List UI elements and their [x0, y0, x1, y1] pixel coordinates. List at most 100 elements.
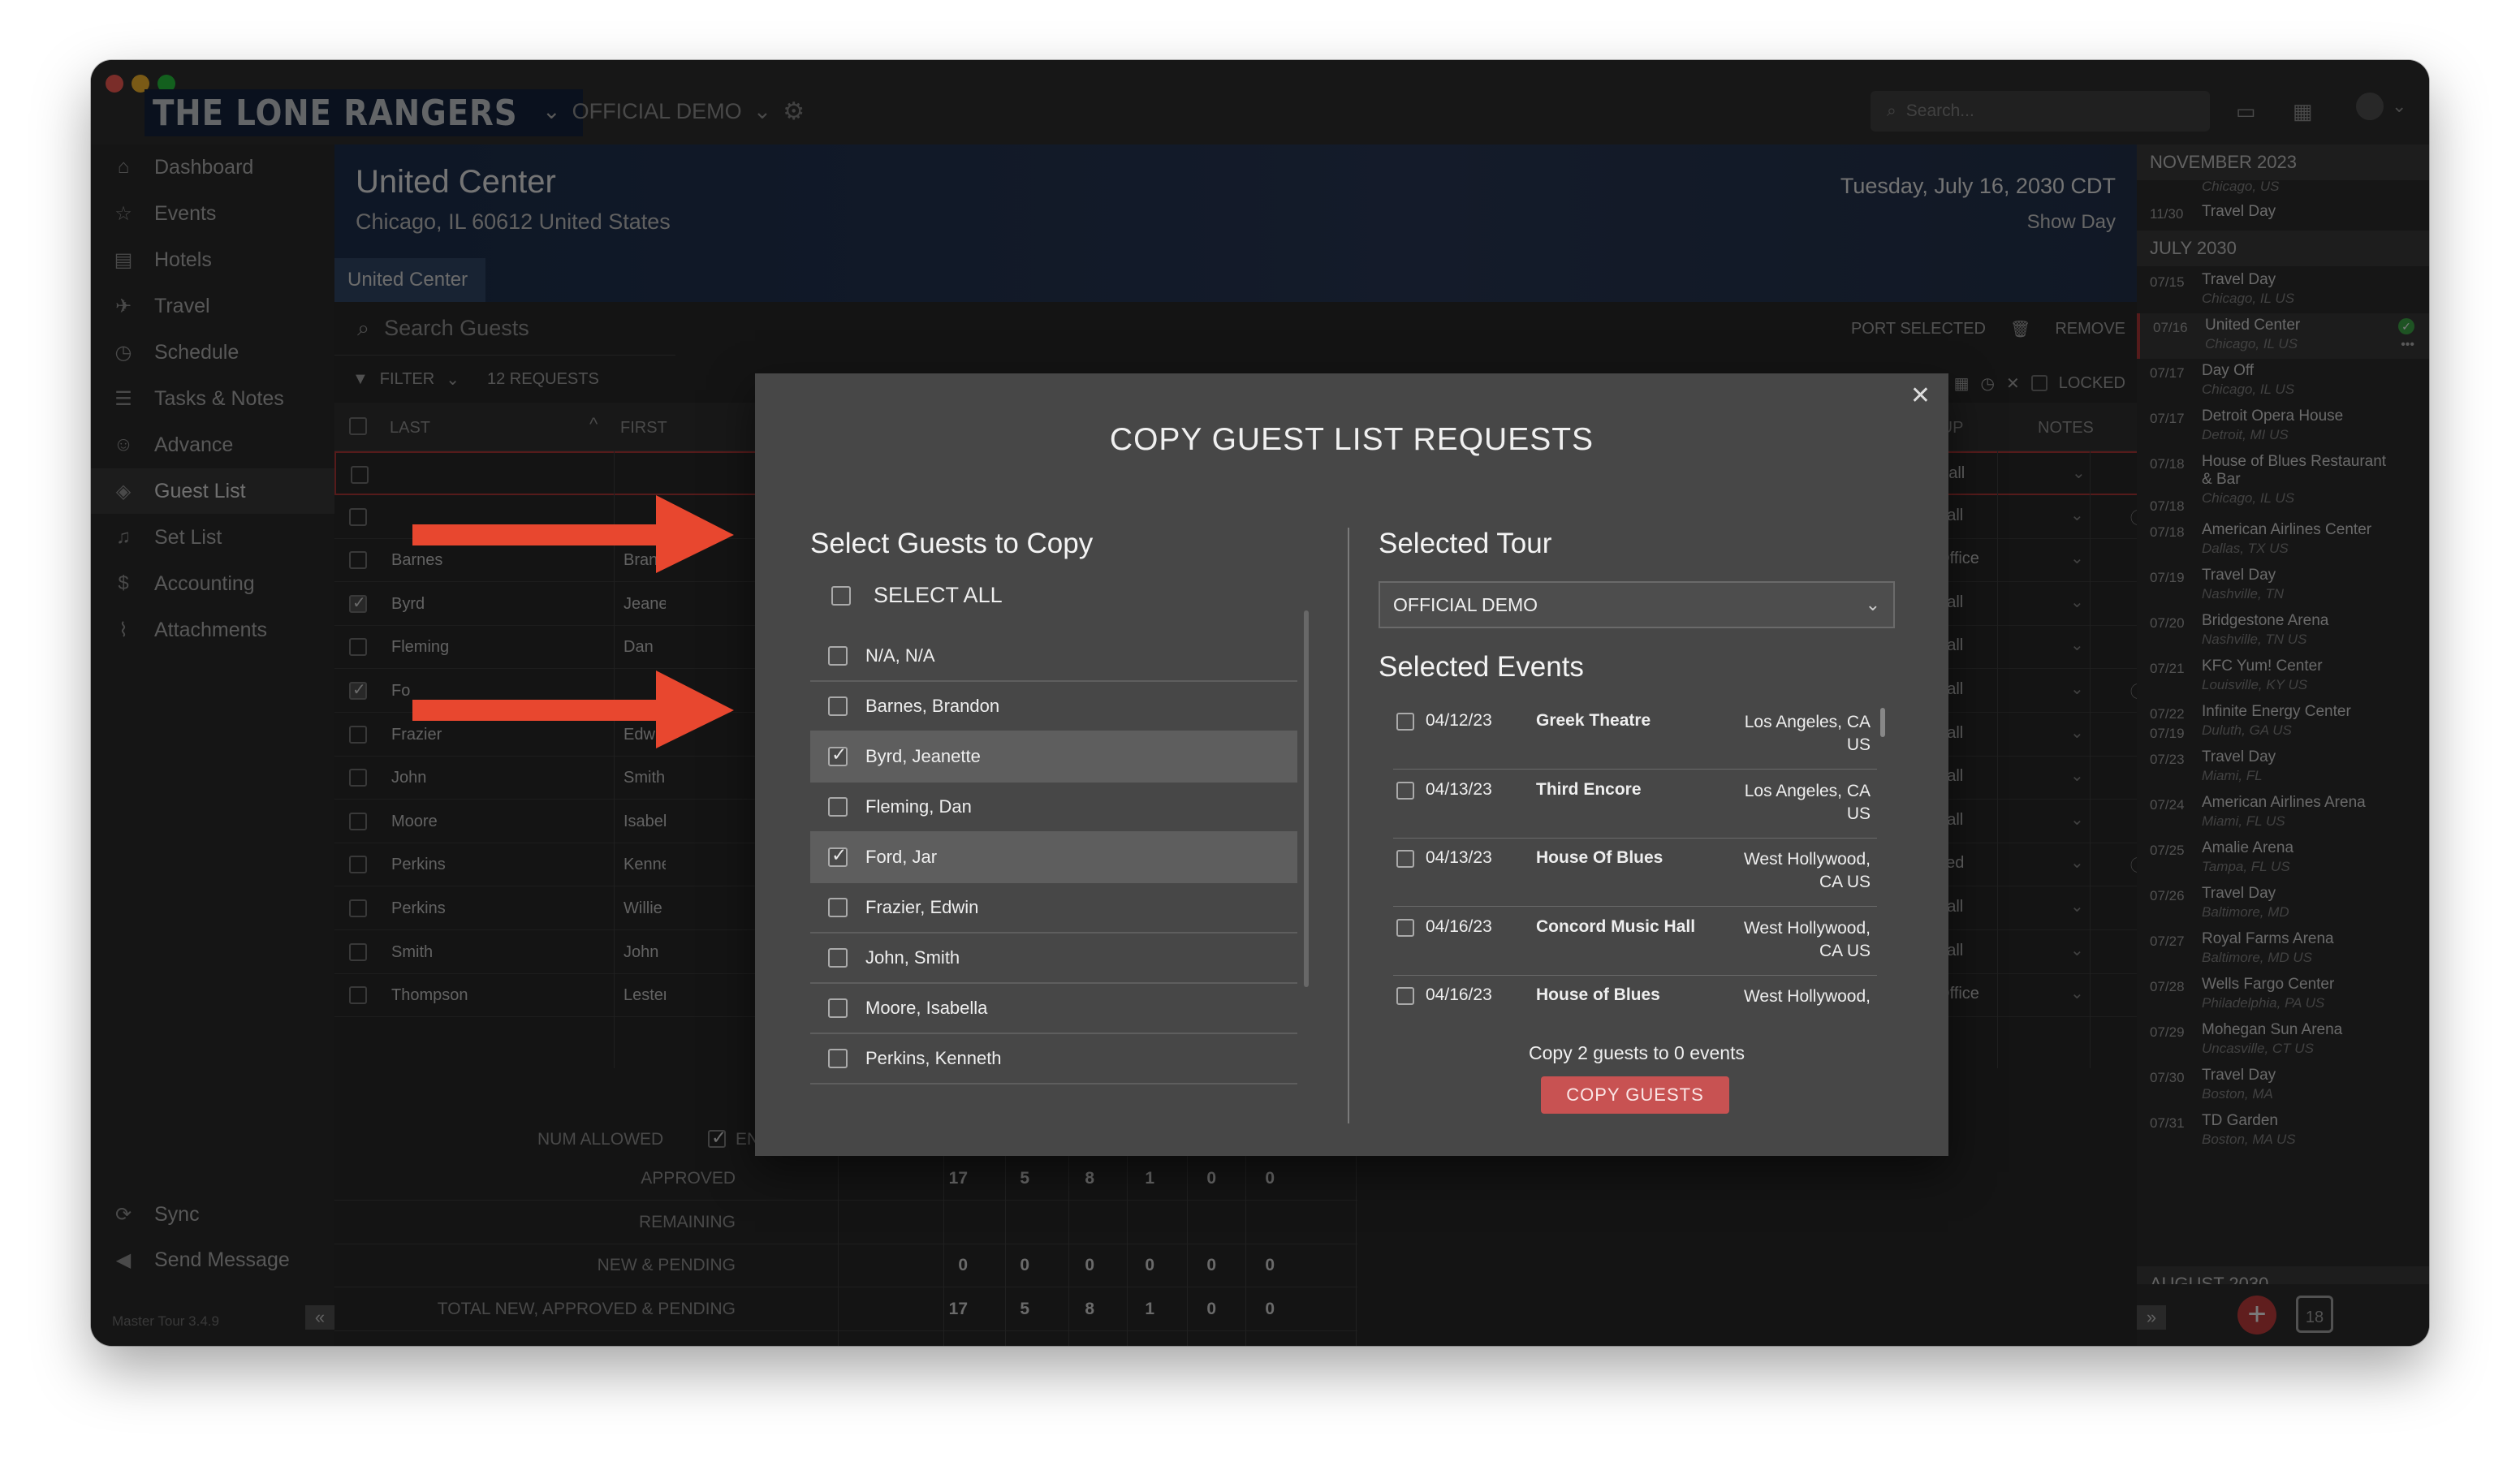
row-checkbox[interactable] — [351, 466, 369, 484]
export-selected-button[interactable]: PORT SELECTED — [1851, 320, 1986, 338]
guest-checkbox[interactable] — [828, 898, 848, 917]
select-all-option[interactable]: SELECT ALL — [831, 583, 1003, 608]
schedule-event[interactable]: 07/17 Detroit Opera House Detroit, MI US — [2137, 404, 2429, 450]
guest-option[interactable]: John, Smith — [810, 933, 1297, 984]
guest-option[interactable]: Byrd, Jeanette — [810, 732, 1297, 783]
add-event-icon[interactable]: + — [2237, 1296, 2276, 1334]
schedule-event[interactable]: 07/27 Royal Farms Arena Baltimore, MD US — [2137, 927, 2429, 972]
calendar-icon[interactable]: 18 — [2296, 1296, 2333, 1333]
event-option[interactable]: 04/13/23 House Of Blues West Hollywood, CA … — [1393, 839, 1877, 907]
event-list-scrollbar[interactable] — [1880, 708, 1885, 737]
guest-checkbox[interactable] — [828, 696, 848, 716]
sidebar-item-send-message[interactable]: ◀ Send Message — [91, 1237, 334, 1283]
copy-guests-button[interactable]: COPY GUESTS — [1541, 1076, 1729, 1114]
sidebar-item-advance[interactable]: ☺ Advance — [91, 422, 334, 468]
guest-checkbox[interactable] — [828, 948, 848, 968]
filter-icon[interactable]: ▼ — [352, 370, 369, 389]
close-window-button[interactable] — [106, 75, 123, 93]
sidebar-item-attachments[interactable]: ⌇ Attachments — [91, 607, 334, 653]
row-checkbox[interactable] — [349, 507, 367, 526]
event-checkbox[interactable] — [1396, 987, 1414, 1005]
row-checkbox[interactable] — [349, 725, 367, 744]
sidebar-item-dashboard[interactable]: ⌂ Dashboard — [91, 144, 334, 190]
locked-checkbox[interactable] — [2030, 375, 2048, 391]
guest-checkbox[interactable] — [828, 797, 848, 817]
schedule-event[interactable]: 07/28 Wells Fargo Center Philadelphia, PA … — [2137, 972, 2429, 1018]
chevron-down-icon[interactable]: ⌄ — [2070, 679, 2084, 699]
tour-dropdown[interactable]: ⌄ OFFICIAL DEMO ⌄ ⚙ — [542, 97, 805, 126]
schedule-event[interactable]: 07/18 American Airlines Center Dallas, TX … — [2137, 518, 2429, 563]
event-option[interactable]: 04/13/23 Third Encore Los Angeles, CA US — [1393, 770, 1877, 839]
chevron-down-icon[interactable]: ⌄ — [446, 369, 460, 390]
guest-checkbox[interactable] — [828, 844, 848, 867]
sidebar-item-tasks-notes[interactable]: ☰ Tasks & Notes — [91, 376, 334, 421]
close-icon[interactable]: ✕ — [1910, 382, 1931, 410]
sidebar-item-guest-list[interactable]: ◈ Guest List — [91, 468, 334, 514]
row-checkbox[interactable] — [349, 593, 367, 613]
sort-asc-icon[interactable]: ^ — [589, 414, 598, 435]
month-header[interactable]: NOVEMBER 2023 — [2137, 144, 2429, 180]
chevron-down-icon[interactable]: ⌄ — [2072, 463, 2086, 483]
schedule-event[interactable]: 07/17 Day Off Chicago, IL US — [2137, 359, 2429, 404]
guest-checkbox[interactable] — [828, 1049, 848, 1068]
remove-button[interactable]: REMOVE — [2055, 320, 2125, 338]
schedule-event[interactable]: 07/19 Travel Day Nashville, TN — [2137, 563, 2429, 609]
row-checkbox[interactable] — [349, 986, 367, 1005]
guest-option[interactable]: Perkins, Kenneth — [810, 1034, 1297, 1084]
row-checkbox[interactable] — [349, 899, 367, 917]
row-checkbox[interactable] — [349, 942, 367, 961]
tab-venue[interactable]: United Center — [334, 258, 485, 302]
row-checkbox[interactable] — [349, 769, 367, 787]
row-checkbox[interactable] — [349, 812, 367, 830]
schedule-event[interactable]: 07/15 Travel Day Chicago, IL US — [2137, 268, 2429, 313]
chevron-down-icon[interactable]: ⌄ — [2070, 722, 2084, 743]
sidebar-item-hotels[interactable]: ▤ Hotels — [91, 237, 334, 282]
chevron-down-icon[interactable]: ⌄ — [2070, 983, 2084, 1003]
expand-sidebar-icon[interactable]: » — [2137, 1305, 2166, 1330]
event-checkbox[interactable] — [1396, 918, 1414, 937]
collapse-sidebar-icon[interactable]: « — [305, 1305, 334, 1330]
schedule-event[interactable]: 07/29 Mohegan Sun Arena Uncasville, CT US — [2137, 1018, 2429, 1063]
schedule-event[interactable]: 07/26 Travel Day Baltimore, MD — [2137, 882, 2429, 927]
schedule-event[interactable]: 07/25 Amalie Arena Tampa, FL US — [2137, 836, 2429, 882]
schedule-event[interactable]: 07/31 TD Garden Boston, MA US — [2137, 1109, 2429, 1154]
col-first[interactable]: FIRST — [620, 419, 667, 438]
guest-checkbox[interactable] — [828, 646, 848, 666]
gear-icon[interactable]: ⚙ — [783, 97, 805, 126]
guest-search-input[interactable]: ⌕ Search Guests — [334, 302, 675, 356]
guest-checkbox[interactable] — [828, 998, 848, 1018]
schedule-event[interactable]: 07/23 Travel Day Miami, FL — [2137, 745, 2429, 791]
col-last[interactable]: LAST — [390, 419, 430, 438]
id-card-icon[interactable]: ▭ — [2236, 99, 2256, 124]
chevron-down-icon[interactable]: ⌄ — [2070, 592, 2084, 612]
more-icon[interactable]: ••• — [2401, 338, 2414, 352]
schedule-event[interactable]: 07/18 House of Blues Restaurant & Bar Chica… — [2137, 450, 2429, 506]
sidebar-item-travel[interactable]: ✈ Travel — [91, 283, 334, 329]
chevron-down-icon[interactable]: ⌄ — [2070, 505, 2084, 525]
global-search-input[interactable]: ⌕ Search... — [1871, 91, 2210, 132]
guest-option[interactable]: Barnes, Brandon — [810, 682, 1297, 732]
schedule-event[interactable]: 07/24 American Airlines Arena Miami, FL US — [2137, 791, 2429, 836]
event-checkbox[interactable] — [1396, 781, 1414, 800]
guest-option[interactable]: Moore, Isabella — [810, 984, 1297, 1034]
chevron-down-icon[interactable]: ⌄ — [2070, 896, 2084, 916]
event-option[interactable]: 04/16/23 House of Blues West Hollywood, — [1393, 976, 1877, 1044]
schedule-event[interactable]: 07/30 Travel Day Boston, MA — [2137, 1063, 2429, 1109]
sidebar-item-sync[interactable]: ⟳ Sync — [91, 1192, 334, 1237]
event-option[interactable]: 04/12/23 Greek Theatre Los Angeles, CA US — [1393, 701, 1877, 770]
sidebar-item-schedule[interactable]: ◷ Schedule — [91, 330, 334, 375]
chevron-down-icon[interactable]: ⌄ — [2070, 852, 2084, 873]
chevron-down-icon[interactable]: ⌄ — [2070, 635, 2084, 655]
month-header[interactable]: JULY 2030 — [2137, 231, 2429, 266]
chevron-down-icon[interactable]: ⌄ — [2070, 940, 2084, 960]
schedule-event[interactable]: 07/21 KFC Yum! Center Louisville, KY US — [2137, 654, 2429, 700]
row-checkbox[interactable] — [349, 638, 367, 657]
schedule-event[interactable]: 07/20 Bridgestone Arena Nashville, TN US — [2137, 609, 2429, 654]
chevron-down-icon[interactable]: ⌄ — [2070, 809, 2084, 830]
enforced-checkbox[interactable] — [708, 1127, 727, 1149]
guest-option[interactable]: N/A, N/A — [810, 632, 1297, 682]
guest-option[interactable]: Ford, Jar — [810, 833, 1297, 883]
guest-option[interactable]: Fleming, Dan — [810, 783, 1297, 833]
sidebar-item-events[interactable]: ☆ Events — [91, 191, 334, 236]
chevron-down-icon[interactable]: ⌄ — [2392, 96, 2406, 117]
